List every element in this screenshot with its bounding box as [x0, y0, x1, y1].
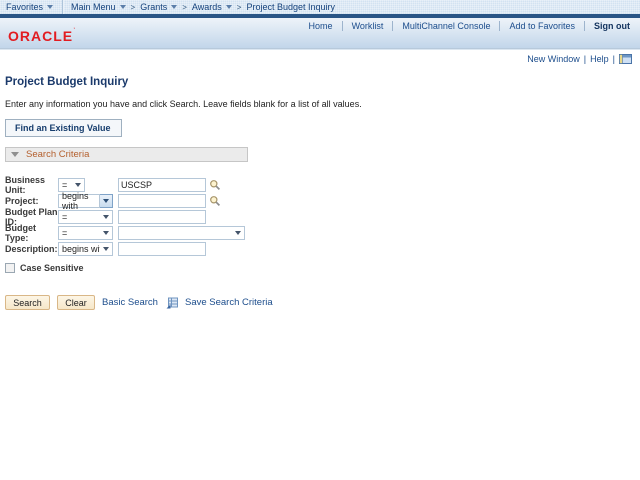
form-row-project: Project: begins with [5, 191, 632, 211]
project-lookup-icon[interactable] [209, 195, 221, 207]
portal-links: Home Worklist MultiChannel Console Add t… [309, 21, 630, 31]
page-content: New Window | Help | Project Budget Inqui… [0, 49, 640, 310]
link-divider [499, 21, 501, 31]
link-divider [392, 21, 394, 31]
peoplesoft-window: Favorites Main Menu > Grants > Awards > … [0, 0, 640, 480]
case-sensitive-label: Case Sensitive [20, 263, 84, 273]
utility-divider: | [583, 54, 587, 64]
link-divider [584, 21, 585, 31]
tab-find-an-existing-value[interactable]: Find an Existing Value [5, 119, 122, 137]
breadcrumb-current-page: Project Budget Inquiry [246, 2, 335, 12]
collapse-triangle-icon [11, 152, 19, 157]
link-new-window[interactable]: New Window [527, 54, 580, 64]
header: ORACLEʾ Home Worklist MultiChannel Conso… [0, 18, 640, 49]
business-unit-label: Business Unit: [5, 175, 46, 195]
form-row-budget-type: Budget Type: = [5, 223, 632, 243]
chevron-down-icon [235, 231, 241, 235]
utility-divider: | [612, 54, 615, 64]
link-home[interactable]: Home [309, 21, 333, 31]
budget-plan-id-operator-select[interactable]: = [58, 210, 113, 224]
search-criteria-form: Business Unit: = Project: [5, 175, 632, 273]
oracle-logo: ORACLEʾ [8, 28, 77, 44]
breadcrumb-main-menu[interactable]: Main Menu [71, 2, 126, 12]
breadcrumb-separator: > [236, 2, 242, 12]
utility-links: New Window | Help | [5, 54, 632, 64]
link-worklist[interactable]: Worklist [352, 21, 384, 31]
budget-type-label: Budget Type: [5, 223, 36, 243]
case-sensitive-checkbox[interactable] [5, 263, 15, 273]
business-unit-lookup-icon[interactable] [209, 179, 221, 191]
breadcrumb-separator: > [130, 2, 136, 12]
project-label: Project: [5, 196, 39, 206]
breadcrumb-main-menu-label: Main Menu [71, 2, 116, 12]
link-add-to-favorites[interactable]: Add to Favorites [509, 21, 575, 31]
link-sign-out[interactable]: Sign out [594, 21, 630, 31]
case-sensitive-row: Case Sensitive [5, 263, 632, 273]
search-criteria-label: Search Criteria [26, 149, 90, 160]
breadcrumb-awards[interactable]: Awards [192, 2, 232, 12]
form-row-business-unit: Business Unit: = [5, 175, 632, 195]
http-page-icon[interactable] [619, 54, 632, 64]
action-bar: Search Clear Basic Search Save Search Cr… [5, 295, 632, 310]
form-row-description: Description: begins with [5, 242, 632, 256]
chevron-down-icon [103, 215, 109, 219]
breadcrumb-grants[interactable]: Grants [140, 2, 178, 12]
chevron-down-icon [119, 5, 126, 9]
budget-type-operator-select[interactable]: = [58, 226, 113, 240]
save-search-criteria-link[interactable]: Save Search Criteria [185, 297, 273, 308]
link-help[interactable]: Help [590, 54, 609, 64]
chevron-down-icon [103, 247, 109, 251]
page-title: Project Budget Inquiry [5, 76, 129, 88]
search-criteria-section-header[interactable]: Search Criteria [5, 147, 248, 162]
business-unit-input[interactable] [118, 178, 206, 192]
breadcrumb-favorites[interactable]: Favorites [6, 2, 54, 12]
breadcrumb-favorites-label: Favorites [6, 2, 44, 12]
instructions-text: Enter any information you have and click… [5, 99, 362, 109]
dropdown-arrow-button[interactable] [100, 194, 113, 208]
save-search-criteria-icon[interactable] [166, 297, 178, 309]
chevron-down-icon [103, 199, 109, 203]
chevron-down-icon [47, 5, 54, 9]
breadcrumb-divider [62, 0, 64, 14]
description-operator-select[interactable]: begins with [58, 242, 113, 256]
chevron-down-icon [171, 5, 178, 9]
budget-type-value-select[interactable] [118, 226, 245, 240]
breadcrumb-grants-label: Grants [140, 2, 168, 12]
chevron-down-icon [103, 231, 109, 235]
chevron-down-icon [225, 5, 232, 9]
clear-button[interactable]: Clear [57, 295, 95, 310]
project-operator-select[interactable]: begins with [58, 191, 113, 211]
form-row-budget-plan-id: Budget Plan ID: = [5, 207, 632, 227]
business-unit-operator-select[interactable]: = [58, 178, 85, 192]
link-divider [341, 21, 343, 31]
breadcrumb-awards-label: Awards [191, 2, 222, 12]
project-input[interactable] [118, 194, 206, 208]
search-button[interactable]: Search [5, 295, 50, 310]
breadcrumb: Favorites Main Menu > Grants > Awards > … [0, 0, 640, 14]
breadcrumb-separator: > [182, 2, 187, 12]
basic-search-link[interactable]: Basic Search [102, 297, 158, 308]
budget-plan-id-input[interactable] [118, 210, 206, 224]
chevron-down-icon [75, 183, 81, 187]
description-label: Description: [5, 244, 58, 254]
description-input[interactable] [118, 242, 206, 256]
link-multichannel-console[interactable]: MultiChannel Console [402, 21, 490, 31]
